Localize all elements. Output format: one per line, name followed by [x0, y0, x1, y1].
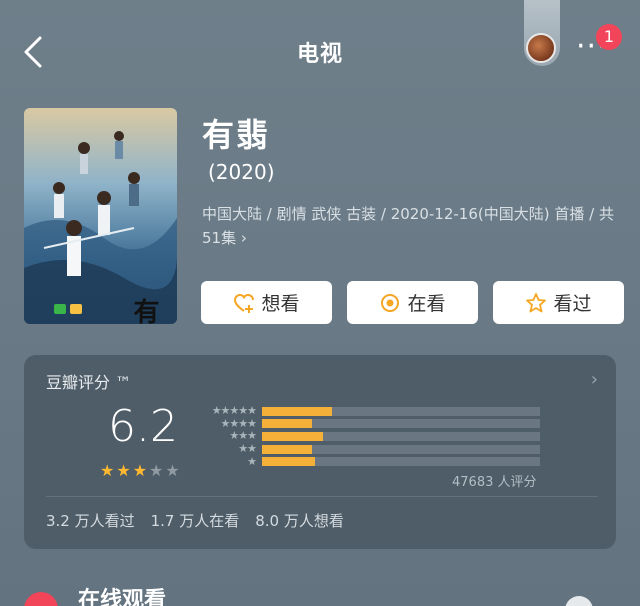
rating-score: 6.2: [108, 401, 178, 452]
dist-bar-fill: [262, 406, 332, 416]
dist-stars-label: ★★★★: [220, 416, 257, 430]
watch-stats: 3.2 万人看过 1.7 万人在看 8.0 万人想看: [46, 510, 344, 531]
action-buttons: 想看 在看 看过: [201, 281, 624, 324]
avatar[interactable]: [526, 33, 556, 63]
stat-want[interactable]: 8.0 万人想看: [255, 510, 344, 531]
movie-meta[interactable]: 中国大陆 / 剧情 武侠 古装 / 2020-12-16(中国大陆) 首播 / …: [202, 202, 618, 250]
dist-bar-track: [262, 431, 540, 441]
dist-bar-fill: [262, 431, 324, 441]
rating-distribution: ★★★★★ ★★★★ ★★★ ★★ ★: [196, 405, 540, 468]
want-to-watch-button[interactable]: 想看: [201, 281, 332, 324]
stat-watched[interactable]: 3.2 万人看过: [46, 510, 135, 531]
rating-card[interactable]: 豆瓣评分 ™ › 6.2 ★★★★★ ★★★★★ ★★★★ ★★★ ★★ ★ 4…: [24, 355, 616, 549]
rating-count: 47683 人评分: [452, 475, 537, 490]
watched-label: 看过: [553, 293, 592, 315]
dist-row-2: ★★: [196, 443, 540, 456]
star-filled-icon: ★: [116, 461, 133, 480]
poster-artwork: 有翡: [24, 108, 177, 324]
dist-row-4: ★★★★: [196, 416, 540, 431]
want-to-watch-label: 想看: [261, 293, 300, 315]
target-icon: [381, 293, 400, 312]
dist-bar-track: [262, 444, 540, 454]
heart-plus-icon: [234, 293, 255, 313]
divider: [46, 496, 598, 497]
dist-stars-label: ★★: [238, 442, 257, 456]
star-empty-icon: ★: [165, 461, 182, 480]
notification-badge: 1: [596, 24, 622, 50]
watching-label: 在看: [407, 293, 446, 315]
dist-bar-track: [262, 457, 540, 467]
dist-stars-label: ★★★★★: [211, 404, 257, 418]
online-watch-icon: [24, 592, 58, 606]
dist-bar-fill: [262, 457, 315, 467]
dist-bar-track: [262, 406, 540, 416]
poster-image[interactable]: 有翡: [24, 108, 177, 324]
dist-row-3: ★★★: [196, 430, 540, 443]
poster-logo-text: 有翡: [129, 298, 159, 324]
online-watch-title: 在线观看: [78, 588, 167, 606]
dist-row-1: ★: [196, 455, 540, 468]
stat-watching[interactable]: 1.7 万人在看: [151, 510, 240, 531]
chevron-right-icon: ›: [590, 369, 598, 390]
dist-stars-label: ★★★: [229, 429, 257, 443]
rating-heading: 豆瓣评分 ™: [46, 373, 132, 392]
star-outline-icon: [526, 292, 547, 312]
movie-title: 有翡: [202, 116, 271, 154]
dist-stars-label: ★: [247, 454, 257, 468]
dist-bar-track: [262, 419, 540, 429]
star-empty-icon: ★: [149, 461, 166, 480]
watching-button[interactable]: 在看: [347, 281, 478, 324]
movie-year: (2020): [208, 160, 275, 184]
dist-bar-fill: [262, 444, 313, 454]
dist-bar-fill: [262, 419, 313, 429]
nav-bar: 电视 ··· 1: [0, 0, 640, 100]
rating-stars: ★★★★★: [100, 461, 182, 480]
star-filled-icon: ★: [132, 461, 150, 480]
star-filled-icon: ★: [100, 461, 117, 480]
section-toggle-icon[interactable]: [565, 596, 593, 606]
dist-row-5: ★★★★★: [196, 405, 540, 418]
watched-button[interactable]: 看过: [493, 281, 624, 324]
